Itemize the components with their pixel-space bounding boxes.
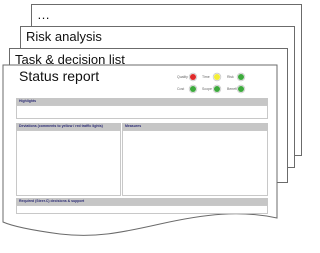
decisions-label: Required (Steer.C) decisions & support <box>19 199 85 203</box>
legend-label-scope: Scope <box>202 87 212 91</box>
cost-status-dot <box>190 86 196 92</box>
legend-label-time: Time <box>202 75 210 79</box>
risk-status-dot <box>238 74 244 80</box>
page-title-status-report: Status report <box>19 68 100 84</box>
legend-label-risk: Risk <box>227 75 234 79</box>
decisions-content-box <box>16 205 268 214</box>
deviations-label: Deviations (comments to yellow / red tra… <box>19 124 103 128</box>
status-legend-row-2: Cost Scope Benefit <box>177 86 269 96</box>
quality-status-dot <box>190 74 196 80</box>
deviations-section-header: Deviations (comments to yellow / red tra… <box>16 123 121 130</box>
time-status-dot <box>214 74 220 80</box>
benefit-status-dot <box>238 86 244 92</box>
status-legend-row-1: Quality Time Risk <box>177 74 269 84</box>
scope-status-dot <box>214 86 220 92</box>
highlights-section-header: Highlights <box>16 98 268 105</box>
legend-label-cost: Cost <box>177 87 185 91</box>
legend-label-quality: Quality <box>177 75 188 79</box>
legend-label-benefit: Benefit <box>227 87 238 91</box>
highlights-label: Highlights <box>19 99 37 103</box>
highlights-content-box <box>16 105 268 119</box>
measures-label: Measures <box>125 124 142 128</box>
deviations-content-box <box>16 130 121 196</box>
measures-content-box <box>122 130 268 196</box>
decisions-section-header: Required (Steer.C) decisions & support <box>16 198 268 205</box>
measures-section-header: Measures <box>122 123 268 130</box>
